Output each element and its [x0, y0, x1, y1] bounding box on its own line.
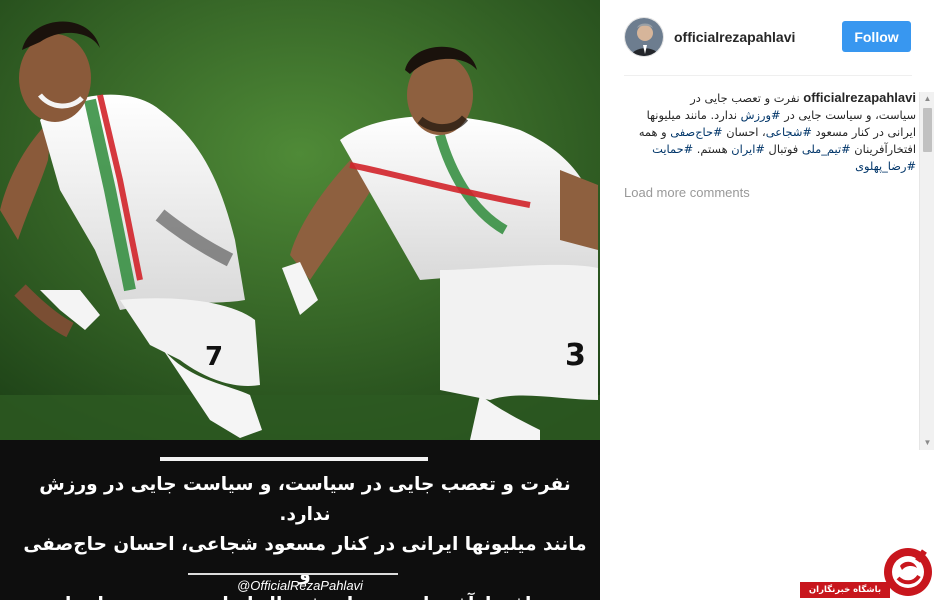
comment-text: ندارد. مانند میلیونها [646, 108, 741, 122]
comment-text: ، احسان [722, 125, 766, 139]
hashtag-link[interactable]: #ایران [731, 142, 765, 156]
comments-scrollbar[interactable]: ▲ ▼ [919, 92, 934, 450]
hashtag-link[interactable]: #شجاعی [766, 125, 812, 139]
comment-line: نفرت و تعصب جایی در [690, 91, 799, 105]
caption-handle: @OfficialRezaPahlavi [237, 578, 363, 593]
post-header: officialrezapahlavi Follow [600, 0, 935, 75]
post-image[interactable]: 7 3 نفرت و تعصب جایی در سیاست، و سیاست ج… [0, 0, 600, 600]
scroll-up-arrow-icon[interactable]: ▲ [920, 92, 935, 106]
comment-line: افتخارآفرینان #تیم_ملی فوتبال #ایران هست… [624, 141, 916, 158]
comment-text: سیاست، و سیاست جایی در [780, 108, 916, 122]
image-caption-box: نفرت و تعصب جایی در سیاست، و سیاست جایی … [0, 440, 600, 600]
post-side-panel: officialrezapahlavi Follow officialrezap… [600, 0, 935, 600]
left-jersey-number: 7 [205, 342, 223, 372]
caption-top-rule [160, 457, 428, 461]
comment-username[interactable]: officialrezapahlavi [803, 90, 916, 105]
hashtag-link[interactable]: #ورزش [741, 108, 781, 122]
comment-line: #رضا_پهلوی [624, 158, 916, 175]
football-players-photo: 7 3 [0, 0, 600, 440]
hashtag-link[interactable]: #حاج‌صفی [670, 125, 722, 139]
scrollbar-thumb[interactable] [923, 108, 932, 152]
avatar-photo-icon [625, 18, 663, 56]
caption-bottom-rule [188, 573, 398, 575]
caption-comment: officialrezapahlavi نفرت و تعصب جایی در … [624, 89, 916, 175]
hashtag-link[interactable]: #رضا_پهلوی [855, 159, 916, 173]
header-divider [624, 75, 912, 76]
load-more-comments-link[interactable]: Load more comments [624, 185, 916, 200]
hashtag-link[interactable]: #حمایت [652, 142, 693, 156]
caption-comment-line-1: officialrezapahlavi نفرت و تعصب جایی در [624, 89, 916, 107]
watermark: باشگاه خبرنگاران [800, 546, 935, 600]
right-jersey-number: 3 [565, 338, 586, 373]
comment-text: و همه [638, 125, 671, 139]
comment-text: نفرت و تعصب جایی در [690, 91, 800, 105]
scroll-down-arrow-icon[interactable]: ▼ [920, 436, 935, 450]
comment-text: ایرانی در کنار مسعود [811, 125, 916, 139]
comment-line: ایرانی در کنار مسعود #شجاعی، احسان #حاج‌… [624, 124, 916, 141]
avatar[interactable] [624, 17, 664, 57]
comment-text: افتخارآفرینان [850, 142, 916, 156]
username[interactable]: officialrezapahlavi [674, 29, 795, 45]
comment-text: هستم. [693, 142, 732, 156]
comment-line: سیاست، و سیاست جایی در #ورزش ندارد. مانن… [624, 107, 916, 124]
follow-button[interactable]: Follow [842, 21, 911, 52]
hashtag-link[interactable]: #تیم_ملی [802, 142, 851, 156]
comments-list: officialrezapahlavi نفرت و تعصب جایی در … [624, 89, 916, 449]
watermark-text: باشگاه خبرنگاران [800, 582, 890, 598]
comment-text: فوتبال [764, 142, 802, 156]
caption-line: نفرت و تعصب جایی در سیاست، و سیاست جایی … [39, 474, 571, 525]
